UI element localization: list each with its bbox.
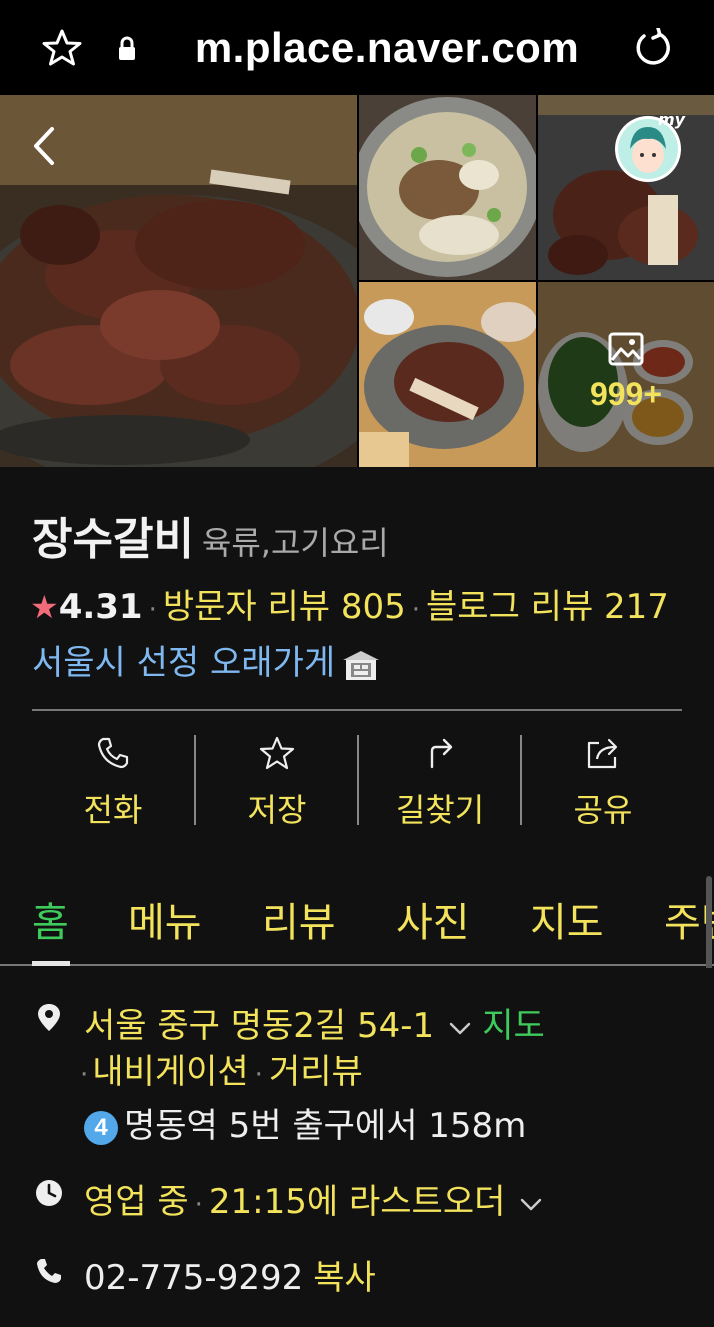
tab-home[interactable]: 홈 xyxy=(32,890,69,948)
phone-number[interactable]: 02-775-9292 xyxy=(84,1258,303,1298)
place-name: 장수갈비 xyxy=(32,514,194,565)
tab-reviews[interactable]: 리뷰 xyxy=(262,890,336,948)
url-text[interactable]: m.place.naver.com xyxy=(0,24,714,72)
tab-map[interactable]: 지도 xyxy=(530,890,604,948)
more-photos-overlay[interactable]: 999+ xyxy=(538,282,714,467)
photo-soup[interactable] xyxy=(359,95,536,280)
gallery-icon xyxy=(608,332,644,366)
separator-dot: · xyxy=(411,595,421,625)
clock-icon xyxy=(36,1180,62,1206)
star-outline-icon xyxy=(259,736,295,770)
browser-url-bar: m.place.naver.com xyxy=(0,0,714,95)
address-row: 서울 중구 명동2길 54-1 지도 xyxy=(84,998,545,1047)
rating-row: ★4.31 · 방문자 리뷰 805 · 블로그 리뷰 217 xyxy=(30,579,669,628)
call-button[interactable]: 전화 xyxy=(32,727,194,829)
visitor-reviews-link[interactable]: 방문자 리뷰 805 xyxy=(163,587,406,627)
my-avatar-icon[interactable]: my xyxy=(612,109,688,185)
save-button[interactable]: 저장 xyxy=(196,727,358,829)
shop-badge-icon xyxy=(343,650,380,680)
oraegage-badge-text: 서울시 선정 오래가게 xyxy=(32,643,336,683)
subway-line-badge: 4 xyxy=(84,1110,118,1145)
share-button[interactable]: 공유 xyxy=(522,727,684,829)
badge-row[interactable]: 서울시 선정 오래가게 xyxy=(32,635,381,684)
action-label: 길찾기 xyxy=(395,791,485,829)
photo-grid: 999+ my xyxy=(0,95,714,467)
separator-dot: · xyxy=(148,595,157,625)
rating-value: 4.31 xyxy=(58,587,143,627)
subway-row: 4 명동역 5번 출구에서 158m xyxy=(84,1098,526,1147)
last-order: 21:15에 라스트오더 xyxy=(208,1182,506,1222)
tab-bar: 홈 메뉴 리뷰 사진 지도 주변 xyxy=(0,866,714,966)
blog-reviews-link[interactable]: 블로그 리뷰 217 xyxy=(426,587,669,627)
chevron-down-icon[interactable] xyxy=(519,1196,543,1212)
action-label: 저장 xyxy=(247,791,307,829)
rating-star-icon: ★ xyxy=(30,588,59,626)
hours-status: 영업 중 xyxy=(84,1182,189,1222)
place-details: 서울 중구 명동2길 54-1 지도 · 내비게이션 · 거리뷰 4 명동역 5번 출구에… xyxy=(0,968,714,1327)
hours-row[interactable]: 영업 중 · 21:15에 라스트오더 xyxy=(84,1174,553,1223)
tab-menu[interactable]: 메뉴 xyxy=(128,890,202,948)
copy-button[interactable]: 복사 xyxy=(313,1258,376,1298)
action-label: 공유 xyxy=(573,791,633,829)
photo-plate[interactable] xyxy=(359,282,536,467)
svg-text:my: my xyxy=(658,110,686,129)
phone-icon xyxy=(97,737,129,769)
bullet: · xyxy=(254,1060,263,1090)
reload-icon[interactable] xyxy=(632,28,672,68)
streetview-link[interactable]: 거리뷰 xyxy=(269,1052,363,1092)
phone-row: 02-775-9292 복사 xyxy=(84,1250,376,1299)
divider xyxy=(32,709,682,711)
action-label: 전화 xyxy=(83,791,143,829)
share-icon xyxy=(587,738,618,769)
bullet: · xyxy=(80,1060,89,1090)
place-category: 육류,고기요리 xyxy=(201,524,389,562)
map-link[interactable]: 지도 xyxy=(482,1006,545,1046)
location-pin-icon xyxy=(38,1004,60,1031)
photo-count: 999+ xyxy=(589,376,663,412)
navigation-link[interactable]: 내비게이션 xyxy=(92,1052,248,1092)
directions-button[interactable]: 길찾기 xyxy=(359,727,521,829)
title-row: 장수갈비 육류,고기요리 xyxy=(32,503,389,567)
action-bar: 전화 저장 길찾기 공유 xyxy=(32,727,684,829)
bullet: · xyxy=(194,1190,203,1220)
nav-links-row: · 내비게이션 · 거리뷰 xyxy=(80,1044,363,1093)
directions-icon xyxy=(430,738,453,769)
subway-info: 명동역 5번 출구에서 158m xyxy=(124,1106,527,1146)
address-text[interactable]: 서울 중구 명동2길 54-1 xyxy=(84,1006,434,1046)
active-tab-indicator xyxy=(32,961,70,966)
tab-photos[interactable]: 사진 xyxy=(396,890,470,948)
chevron-down-icon[interactable] xyxy=(448,1020,472,1036)
back-arrow-icon[interactable] xyxy=(28,123,62,169)
phone-icon xyxy=(37,1259,61,1283)
place-info: 장수갈비 육류,고기요리 ★4.31 · 방문자 리뷰 805 · 블로그 리뷰 217 … xyxy=(0,467,714,850)
